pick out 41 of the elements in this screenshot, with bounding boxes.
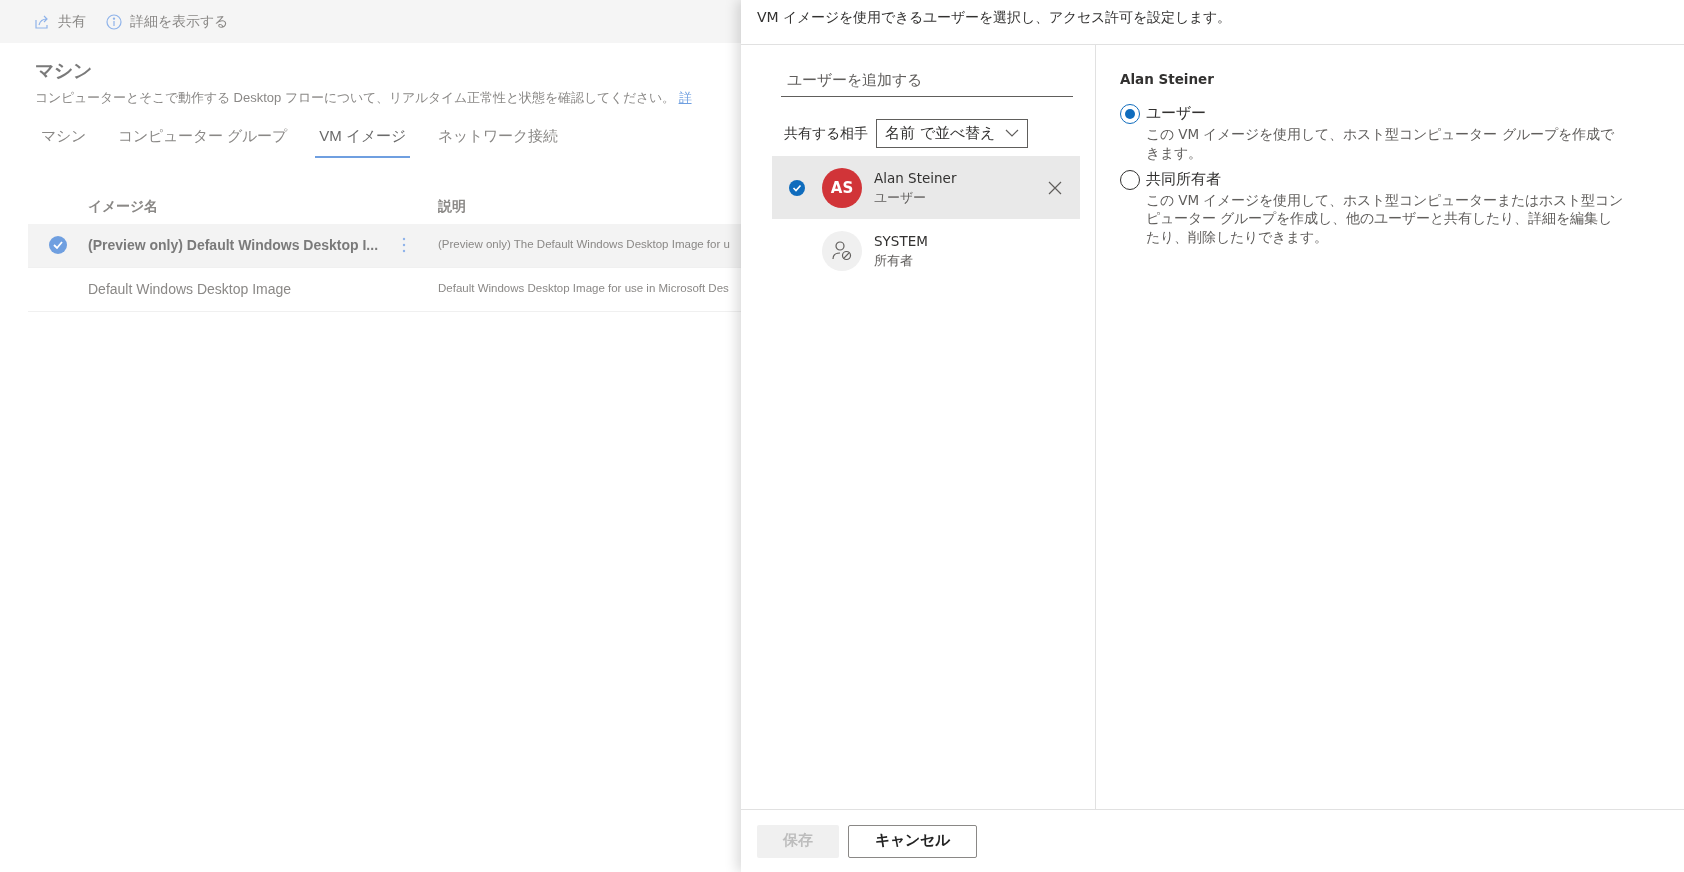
close-icon[interactable] [1048,180,1062,195]
sort-dropdown[interactable]: 名前 で並べ替え [876,118,1028,149]
option-description: この VM イメージを使用して、ホスト型コンピューターまたはホスト型コンピューター グループを作成し、他のユーザーと共有したり、詳細を編集したり、削除したりできます。 [1146,190,1625,248]
tab[interactable]: コンピューター グループ [114,121,292,158]
user-role: ユーザー [874,188,927,207]
tab[interactable]: マシン [37,121,90,158]
check-icon [49,236,67,254]
option-description: この VM イメージを使用して、ホスト型コンピューター グループを作成できます。 [1146,125,1615,163]
user-item[interactable]: SYSTEM 所有者 [772,219,1080,283]
tab[interactable]: VM イメージ [315,121,410,158]
column-header: 説明 [438,196,466,216]
option-label: 共同所有者 [1146,169,1222,189]
selected-user-name: Alan Steiner [1120,70,1215,89]
avatar: AS [822,167,862,208]
chevron-icon [1004,129,1019,138]
table-cell-text: (Preview only) The Default Windows Desktop Image for u [438,237,730,253]
details-link[interactable]: 詳 [678,89,692,105]
share-button[interactable]: 共有 [34,11,86,32]
table-cell-text: (Preview only) Default Windows Desktop I... [88,235,379,255]
more-icon [402,237,407,253]
details-button[interactable]: 詳細を表示する [106,11,228,32]
info-icon [106,13,122,30]
user-name: SYSTEM [874,232,929,252]
table-row[interactable]: Default Windows Desktop Image Default Windows Desktop Image for use in Microsoft Des [28,267,741,312]
cancel-button[interactable]: キャンセル [848,824,977,858]
check-icon [789,179,805,196]
table-row[interactable]: (Preview only) Default Windows Desktop I... (Preview only) The Default Windows Desktop Image for u [28,223,741,268]
option-label: ユーザー [1146,104,1207,124]
user-name: Alan Steiner [874,169,958,189]
user-role: 所有者 [874,251,914,270]
share-with-label: 共有する相手 [784,123,868,143]
table-cell-text: Default Windows Desktop Image [88,279,292,299]
panel-heading: VM イメージを使用できるユーザーを選択し、アクセス許可を設定します。 [741,0,1684,45]
column-header: イメージ名 [88,196,159,216]
user-item[interactable]: AS Alan Steiner ユーザー [772,156,1080,220]
tab[interactable]: ネットワーク接続 [433,121,562,158]
share-icon [34,13,50,30]
page-title: マシン [35,59,93,83]
table-cell-text: Default Windows Desktop Image for use in Microsoft Des [438,281,729,297]
page-description: コンピューターとそこで動作する Desktop フローについて、リアルタイム正常性と状態を確認してください。 [35,89,675,105]
user-blocked-icon [831,239,853,262]
